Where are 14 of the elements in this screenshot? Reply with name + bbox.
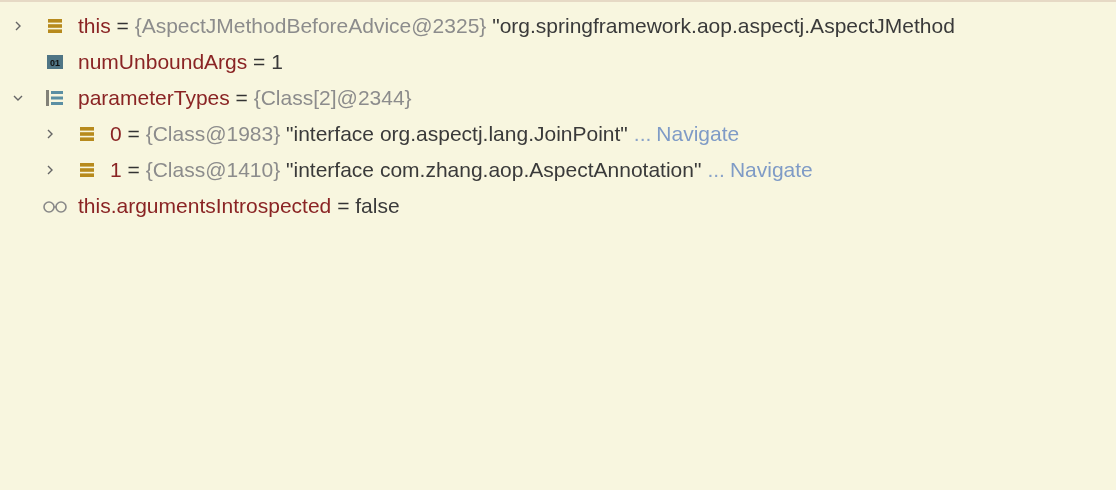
object-icon [78,161,96,179]
variable-entry[interactable]: numUnboundArgs = 1 [78,50,283,74]
variable-entry[interactable]: 1 = {Class@1410} "interface com.zhang.aop.AspectAnnotation" [110,158,702,182]
ellipsis-text: ... [633,122,652,146]
ellipsis-text: ... [707,158,725,182]
variable-entry[interactable]: 0 = {Class@1983} "interface org.aspectj.lang.JoinPoint" [110,122,628,146]
object-icon [78,125,96,143]
primitive-icon: 01 [46,53,64,71]
variable-entry[interactable]: this = {AspectJMethodBeforeAdvice@2325} "org.springframework.aop.aspectj.AspectJMethod [78,14,955,38]
object-icon [46,17,64,35]
variable-entry[interactable]: this.argumentsIntrospected = false [78,194,400,218]
variable-entry[interactable]: parameterTypes = {Class[2]@2344} [78,86,412,110]
array-icon [45,88,65,108]
glasses-icon [42,199,68,213]
